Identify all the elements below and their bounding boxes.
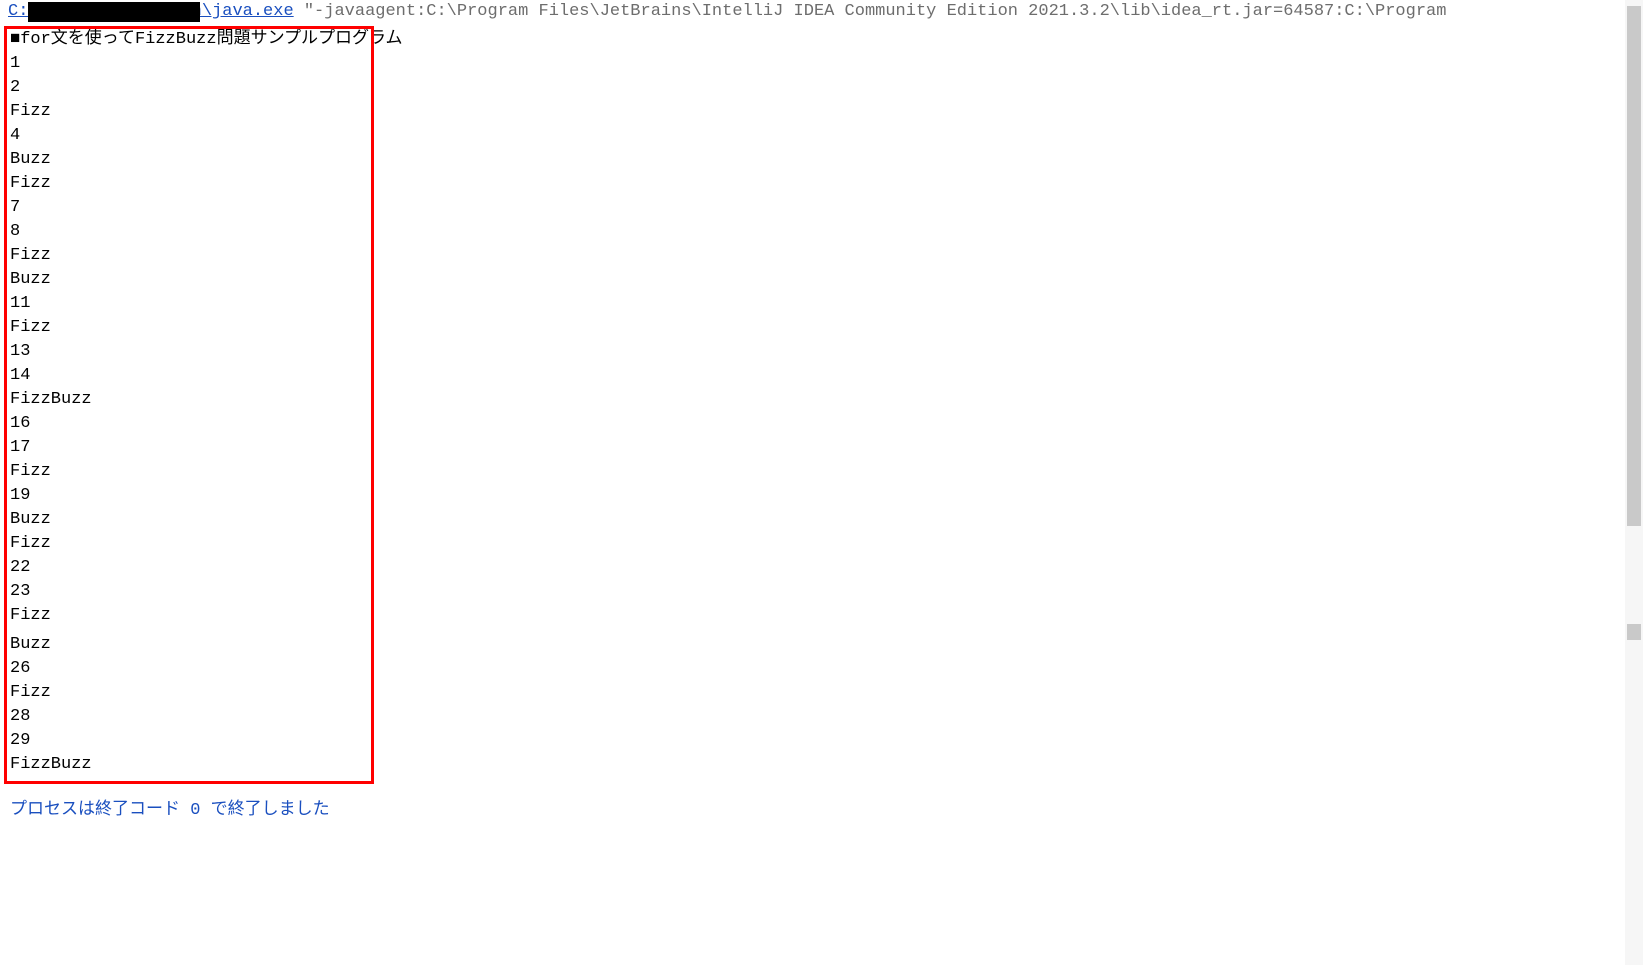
output-line: Fizz <box>10 604 1643 628</box>
output-line: Buzz <box>10 268 1643 292</box>
output-line: 8 <box>10 220 1643 244</box>
scrollbar-thumb[interactable] <box>1627 6 1641 526</box>
output-line: 23 <box>10 580 1643 604</box>
command-prefix: C: <box>8 2 28 21</box>
scrollbar-thumb[interactable] <box>1627 624 1641 640</box>
output-line: Buzz <box>10 148 1643 172</box>
command-args: "-javaagent:C:\Program Files\JetBrains\I… <box>294 2 1447 21</box>
output-line: 2 <box>10 76 1643 100</box>
output-line: 29 <box>10 729 1643 753</box>
output-line: 11 <box>10 292 1643 316</box>
output-line: Buzz <box>10 633 1643 657</box>
output-line: FizzBuzz <box>10 388 1643 412</box>
output-line: FizzBuzz <box>10 753 1643 777</box>
output-line: 13 <box>10 340 1643 364</box>
output-line: Fizz <box>10 532 1643 556</box>
output-line: Buzz <box>10 508 1643 532</box>
output-line: 16 <box>10 412 1643 436</box>
output-line: 28 <box>10 705 1643 729</box>
console-output[interactable]: ■for文を使ってFizzBuzz問題サンプルプログラム 12Fizz4Buzz… <box>0 24 1643 777</box>
output-line: Fizz <box>10 681 1643 705</box>
redacted-block <box>28 2 200 22</box>
exit-message: プロセスは終了コード 0 で終了しました <box>0 799 1643 823</box>
output-line: 4 <box>10 124 1643 148</box>
output-line: 22 <box>10 556 1643 580</box>
vertical-scrollbar[interactable] <box>1625 0 1643 965</box>
output-line: Fizz <box>10 172 1643 196</box>
output-line: Fizz <box>10 244 1643 268</box>
output-line: 19 <box>10 484 1643 508</box>
output-header: ■for文を使ってFizzBuzz問題サンプルプログラム <box>10 28 1643 52</box>
output-line: 7 <box>10 196 1643 220</box>
output-line: 14 <box>10 364 1643 388</box>
command-line: C:penjdk-17.0.2\bin\java.exe "-javaagent… <box>0 0 1643 24</box>
output-line: Fizz <box>10 100 1643 124</box>
output-line: Fizz <box>10 316 1643 340</box>
output-line: 1 <box>10 52 1643 76</box>
output-line: 17 <box>10 436 1643 460</box>
output-line: Fizz <box>10 460 1643 484</box>
output-line: 26 <box>10 657 1643 681</box>
